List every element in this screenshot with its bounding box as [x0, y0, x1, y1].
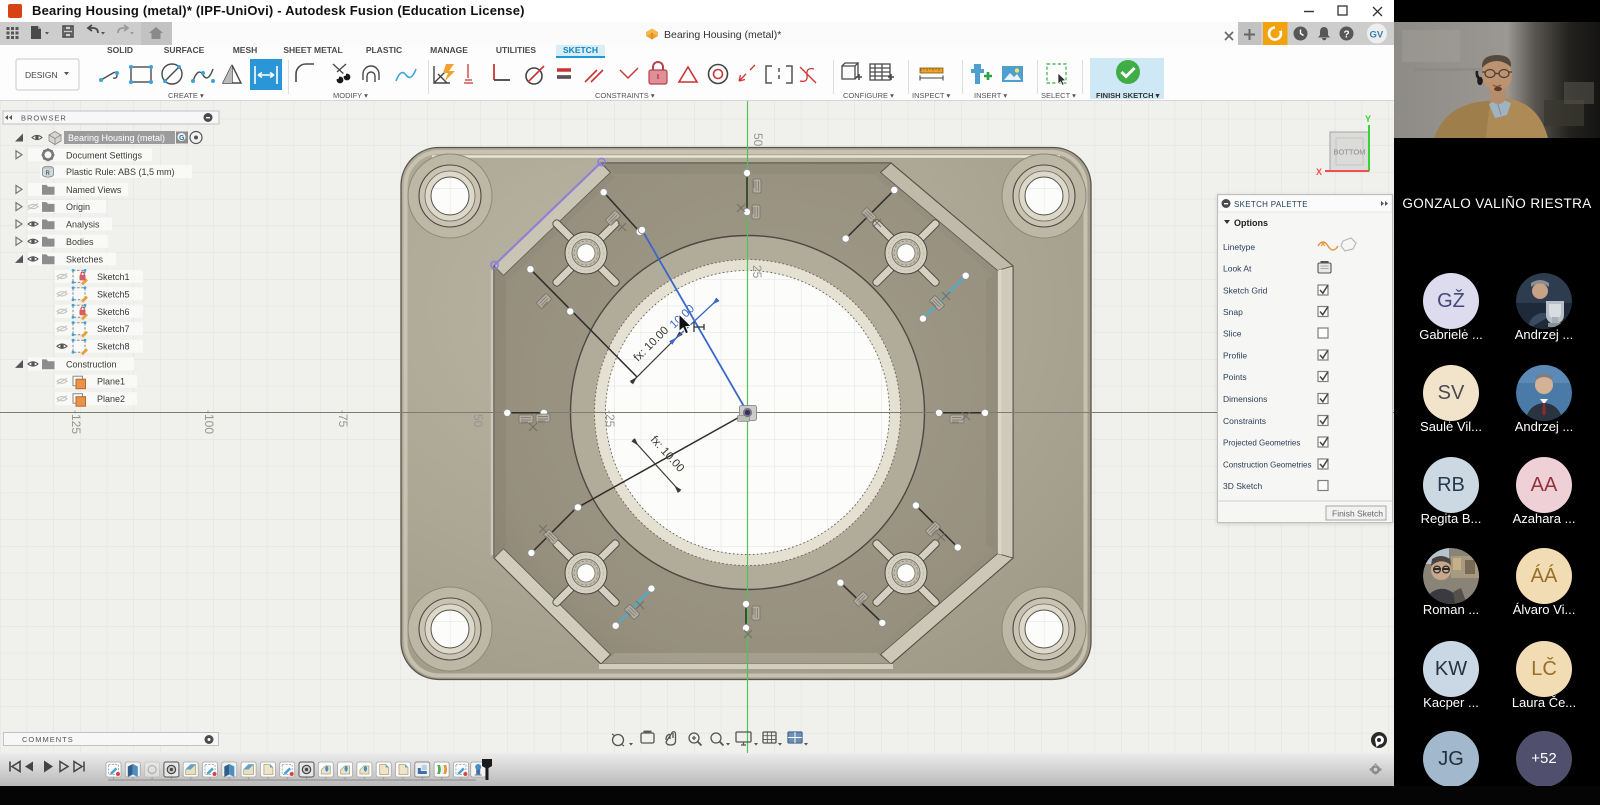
svg-text:Profile: Profile — [1223, 351, 1247, 361]
svg-text:Slice: Slice — [1223, 329, 1242, 339]
svg-text:Construction Geometries: Construction Geometries — [1223, 461, 1311, 470]
svg-text:Look At: Look At — [1223, 264, 1252, 274]
svg-text:Bodies: Bodies — [66, 237, 94, 247]
svg-text:Analysis: Analysis — [66, 220, 100, 230]
svg-text:Linetype: Linetype — [1223, 242, 1255, 252]
svg-text:Bearing Housing (metal): Bearing Housing (metal) — [68, 133, 165, 143]
svg-text:Sketch1: Sketch1 — [97, 272, 130, 282]
svg-text:Sketch8: Sketch8 — [97, 342, 130, 352]
svg-text:Points: Points — [1223, 372, 1247, 382]
svg-text:Origin: Origin — [66, 202, 90, 212]
svg-text:Sketches: Sketches — [66, 254, 104, 264]
svg-text:Bearing Housing (metal)*: Bearing Housing (metal)* — [664, 29, 781, 41]
svg-text:BROWSER: BROWSER — [21, 114, 67, 123]
svg-text:Constraints: Constraints — [1223, 416, 1266, 426]
svg-text:G: G — [179, 135, 185, 142]
svg-text:-25: -25 — [603, 410, 617, 428]
svg-text:Document Settings: Document Settings — [66, 150, 143, 160]
svg-text:Y: Y — [1365, 114, 1371, 124]
svg-text:25: 25 — [750, 265, 764, 279]
svg-text:Construction: Construction — [66, 359, 117, 369]
svg-text:Sketch6: Sketch6 — [97, 307, 130, 317]
svg-text:Sketch Grid: Sketch Grid — [1223, 286, 1268, 296]
svg-text:Sketch5: Sketch5 — [97, 289, 130, 299]
svg-text:Plane1: Plane1 — [97, 377, 125, 387]
svg-text:Projected Geometries: Projected Geometries — [1223, 439, 1300, 448]
svg-text:Sketch7: Sketch7 — [97, 324, 130, 334]
svg-text:Dimensions: Dimensions — [1223, 394, 1267, 404]
svg-text:Plastic Rule: ABS (1,5 mm): Plastic Rule: ABS (1,5 mm) — [66, 167, 175, 177]
svg-text:GV: GV — [1370, 30, 1384, 41]
svg-text:Finish Sketch: Finish Sketch — [1332, 509, 1383, 519]
svg-text:-50: -50 — [471, 410, 485, 428]
svg-text:Snap: Snap — [1223, 307, 1243, 317]
svg-text:X: X — [1316, 167, 1322, 177]
svg-text:-75: -75 — [336, 410, 350, 428]
svg-text:Plane2: Plane2 — [97, 394, 125, 404]
svg-text:Options: Options — [1234, 218, 1268, 228]
svg-text:50: 50 — [751, 133, 765, 147]
svg-text:DESIGN: DESIGN — [25, 70, 58, 80]
svg-text:3D Sketch: 3D Sketch — [1223, 481, 1262, 491]
svg-text:?: ? — [1344, 30, 1350, 41]
svg-text:SKETCH PALETTE: SKETCH PALETTE — [1234, 200, 1308, 209]
svg-text:BOTTOM: BOTTOM — [1334, 148, 1366, 157]
svg-text:Named Views: Named Views — [66, 185, 122, 195]
svg-text:R: R — [46, 171, 51, 177]
